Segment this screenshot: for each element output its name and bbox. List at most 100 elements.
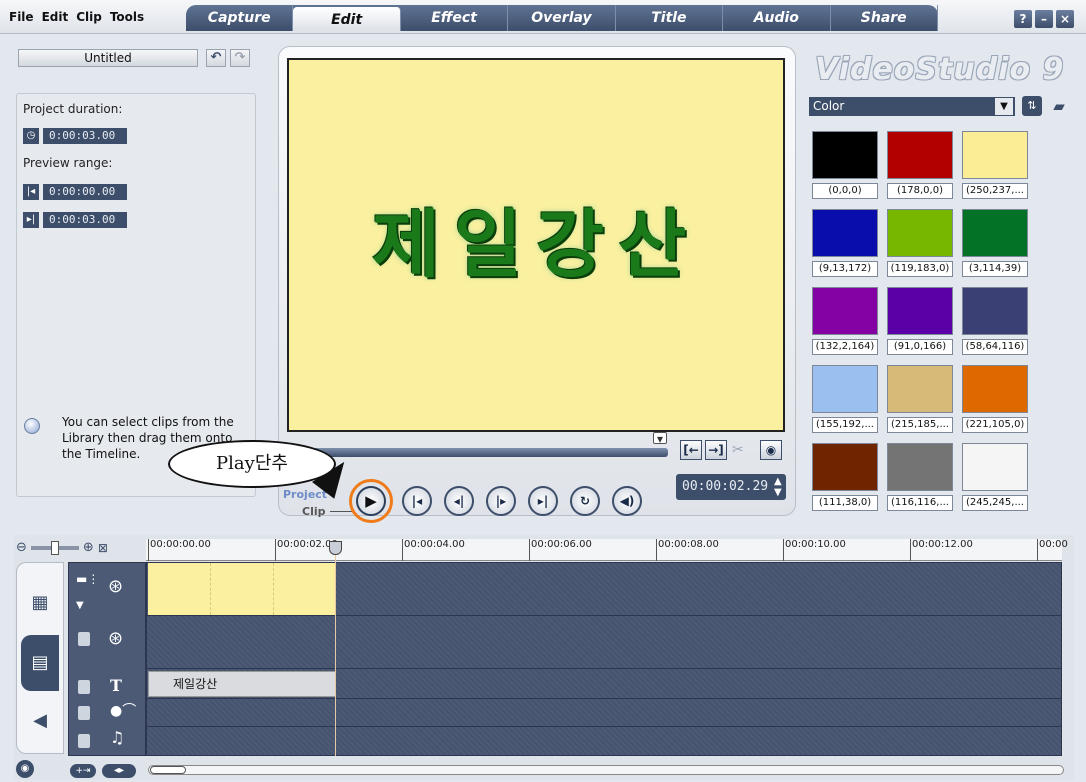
track-lock-icon[interactable]	[78, 680, 90, 694]
track-lock-icon[interactable]	[78, 706, 90, 720]
title-clip[interactable]: 제일강산	[148, 671, 336, 697]
ruler-tick-line	[402, 539, 403, 561]
zoom-slider[interactable]	[30, 540, 79, 555]
track-lock-icon[interactable]	[78, 632, 90, 646]
play-button[interactable]: ▶	[356, 486, 386, 516]
fit-project-icon[interactable]: ⊠	[98, 541, 108, 555]
tab-title[interactable]: Title	[616, 5, 724, 31]
swatch-label: (0,0,0)	[812, 183, 878, 199]
overlay-track-icon: ⊛	[108, 628, 124, 649]
color-swatch[interactable]: (245,245,...	[962, 443, 1028, 513]
audio-view-icon[interactable]: ◀	[21, 693, 59, 749]
swatch-label: (58,64,116)	[962, 339, 1028, 355]
track-menu-icon[interactable]: ▬⋮	[76, 572, 99, 586]
scroll-arrows-icon[interactable]: ◂▸	[102, 764, 136, 778]
home-button[interactable]: |◂	[402, 486, 432, 516]
close-button[interactable]: ×	[1056, 10, 1074, 28]
tab-effect[interactable]: Effect	[401, 5, 509, 31]
previous-frame-button[interactable]: ◂|	[444, 486, 474, 516]
preview-scrubber[interactable]	[288, 448, 668, 457]
zoom-out-icon[interactable]: ⊖	[16, 540, 27, 555]
swatch-label: (9,13,172)	[812, 261, 878, 277]
color-swatch[interactable]: (221,105,0)	[962, 365, 1028, 435]
redo-icon[interactable]: ↷	[230, 49, 250, 67]
undo-icon[interactable]: ↶	[206, 49, 226, 67]
menu-clip[interactable]: Clip	[75, 10, 103, 24]
timeline-view-icon[interactable]: ▤	[21, 635, 59, 691]
color-swatch[interactable]: (116,116,...	[887, 443, 953, 513]
tab-audio[interactable]: Audio	[723, 5, 831, 31]
annotation-bubble: Play단추	[168, 440, 336, 488]
menu-edit[interactable]: Edit	[41, 10, 70, 24]
playhead-line	[335, 541, 336, 756]
volume-button[interactable]: ◀)	[612, 486, 642, 516]
fullscreen-button[interactable]: ◉	[760, 440, 782, 460]
color-swatch[interactable]: (250,237,...	[962, 131, 1028, 201]
color-swatch[interactable]: (91,0,166)	[887, 287, 953, 357]
timeline-ruler[interactable]: 00:00:00.00 00:00:02.00 00:00:04.00 00:00:0…	[146, 539, 1068, 561]
swatch-color	[962, 209, 1028, 257]
dropdown-arrow-icon[interactable]: ▼	[995, 98, 1013, 115]
tab-share[interactable]: Share	[831, 5, 938, 31]
color-swatch[interactable]: (9,13,172)	[812, 209, 878, 279]
mark-in-icon[interactable]: |◂	[23, 184, 39, 200]
range-end-row: ▸| 0:00:03.00	[23, 212, 127, 228]
timecode-display[interactable]: 00:00:02.29	[676, 474, 786, 500]
library-dropdown[interactable]: Color	[809, 97, 1015, 116]
storyboard-view-icon[interactable]: ▦	[21, 575, 59, 631]
music-track-icon: ♫	[110, 728, 125, 747]
tab-overlay[interactable]: Overlay	[508, 5, 616, 31]
ruler-tick-label: 00:00:04.00	[404, 539, 465, 550]
end-button[interactable]: ▸|	[528, 486, 558, 516]
track-divider	[146, 726, 1062, 727]
color-swatch[interactable]: (111,38,0)	[812, 443, 878, 513]
window-controls: ? – ×	[1014, 10, 1074, 28]
project-title: Untitled	[18, 49, 198, 67]
scrollbar-thumb[interactable]	[150, 766, 186, 774]
menu-file[interactable]: File	[8, 10, 35, 24]
track-divider	[146, 698, 1062, 699]
tab-edit[interactable]: Edit	[293, 7, 401, 31]
color-swatch[interactable]: (215,185,...	[887, 365, 953, 435]
swatch-label: (221,105,0)	[962, 417, 1028, 433]
color-swatch[interactable]: (3,114,39)	[962, 209, 1028, 279]
next-frame-button[interactable]: |▸	[486, 486, 516, 516]
video-clip[interactable]	[148, 563, 336, 615]
mark-in-button[interactable]: [←	[680, 440, 702, 460]
color-swatch[interactable]: (119,183,0)	[887, 209, 953, 279]
ruler-tick-label: 00:00:06.00	[531, 539, 592, 550]
zoom-in-icon[interactable]: ⊕	[83, 540, 94, 555]
lightbulb-icon	[24, 418, 40, 434]
swatch-label: (250,237,...	[962, 183, 1028, 199]
chevron-down-icon[interactable]: ▾	[653, 432, 667, 445]
tab-capture[interactable]: Capture	[186, 5, 294, 31]
track-expand-icon[interactable]: ▼	[76, 600, 84, 611]
repeat-button[interactable]: ↻	[570, 486, 600, 516]
color-swatch[interactable]: (58,64,116)	[962, 287, 1028, 357]
timecode-stepper-icon[interactable]: ▲ ▼	[774, 476, 782, 498]
minimize-button[interactable]: –	[1035, 10, 1053, 28]
sort-icon[interactable]: ⇅	[1022, 96, 1042, 116]
insert-icon[interactable]: +⇥	[70, 764, 96, 778]
mark-out-icon[interactable]: ▸|	[23, 212, 39, 228]
color-swatch[interactable]: (178,0,0)	[887, 131, 953, 201]
mark-out-button[interactable]: →]	[705, 440, 727, 460]
track-headers	[68, 562, 146, 756]
color-swatch[interactable]: (155,192,...	[812, 365, 878, 435]
clip-mode-label[interactable]: Clip	[302, 505, 326, 518]
color-swatch[interactable]: (0,0,0)	[812, 131, 878, 201]
timeline-scrollbar[interactable]	[148, 765, 1064, 775]
scissors-icon[interactable]: ✂	[732, 442, 744, 458]
swatch-label: (215,185,...	[887, 417, 953, 433]
app-logo: VideoStudio 9	[815, 52, 1065, 87]
menu-tools[interactable]: Tools	[109, 10, 145, 24]
folder-icon[interactable]: ▰	[1048, 96, 1070, 116]
track-lock-icon[interactable]	[78, 734, 90, 748]
help-button[interactable]: ?	[1014, 10, 1032, 28]
range-start-row: |◂ 0:00:00.00	[23, 184, 127, 200]
swatch-label: (116,116,...	[887, 495, 953, 511]
camera-icon[interactable]: ◉	[16, 760, 34, 778]
ruler-tick-label: 00:00:10.00	[785, 539, 846, 550]
playhead-marker[interactable]	[329, 541, 342, 555]
color-swatch[interactable]: (132,2,164)	[812, 287, 878, 357]
